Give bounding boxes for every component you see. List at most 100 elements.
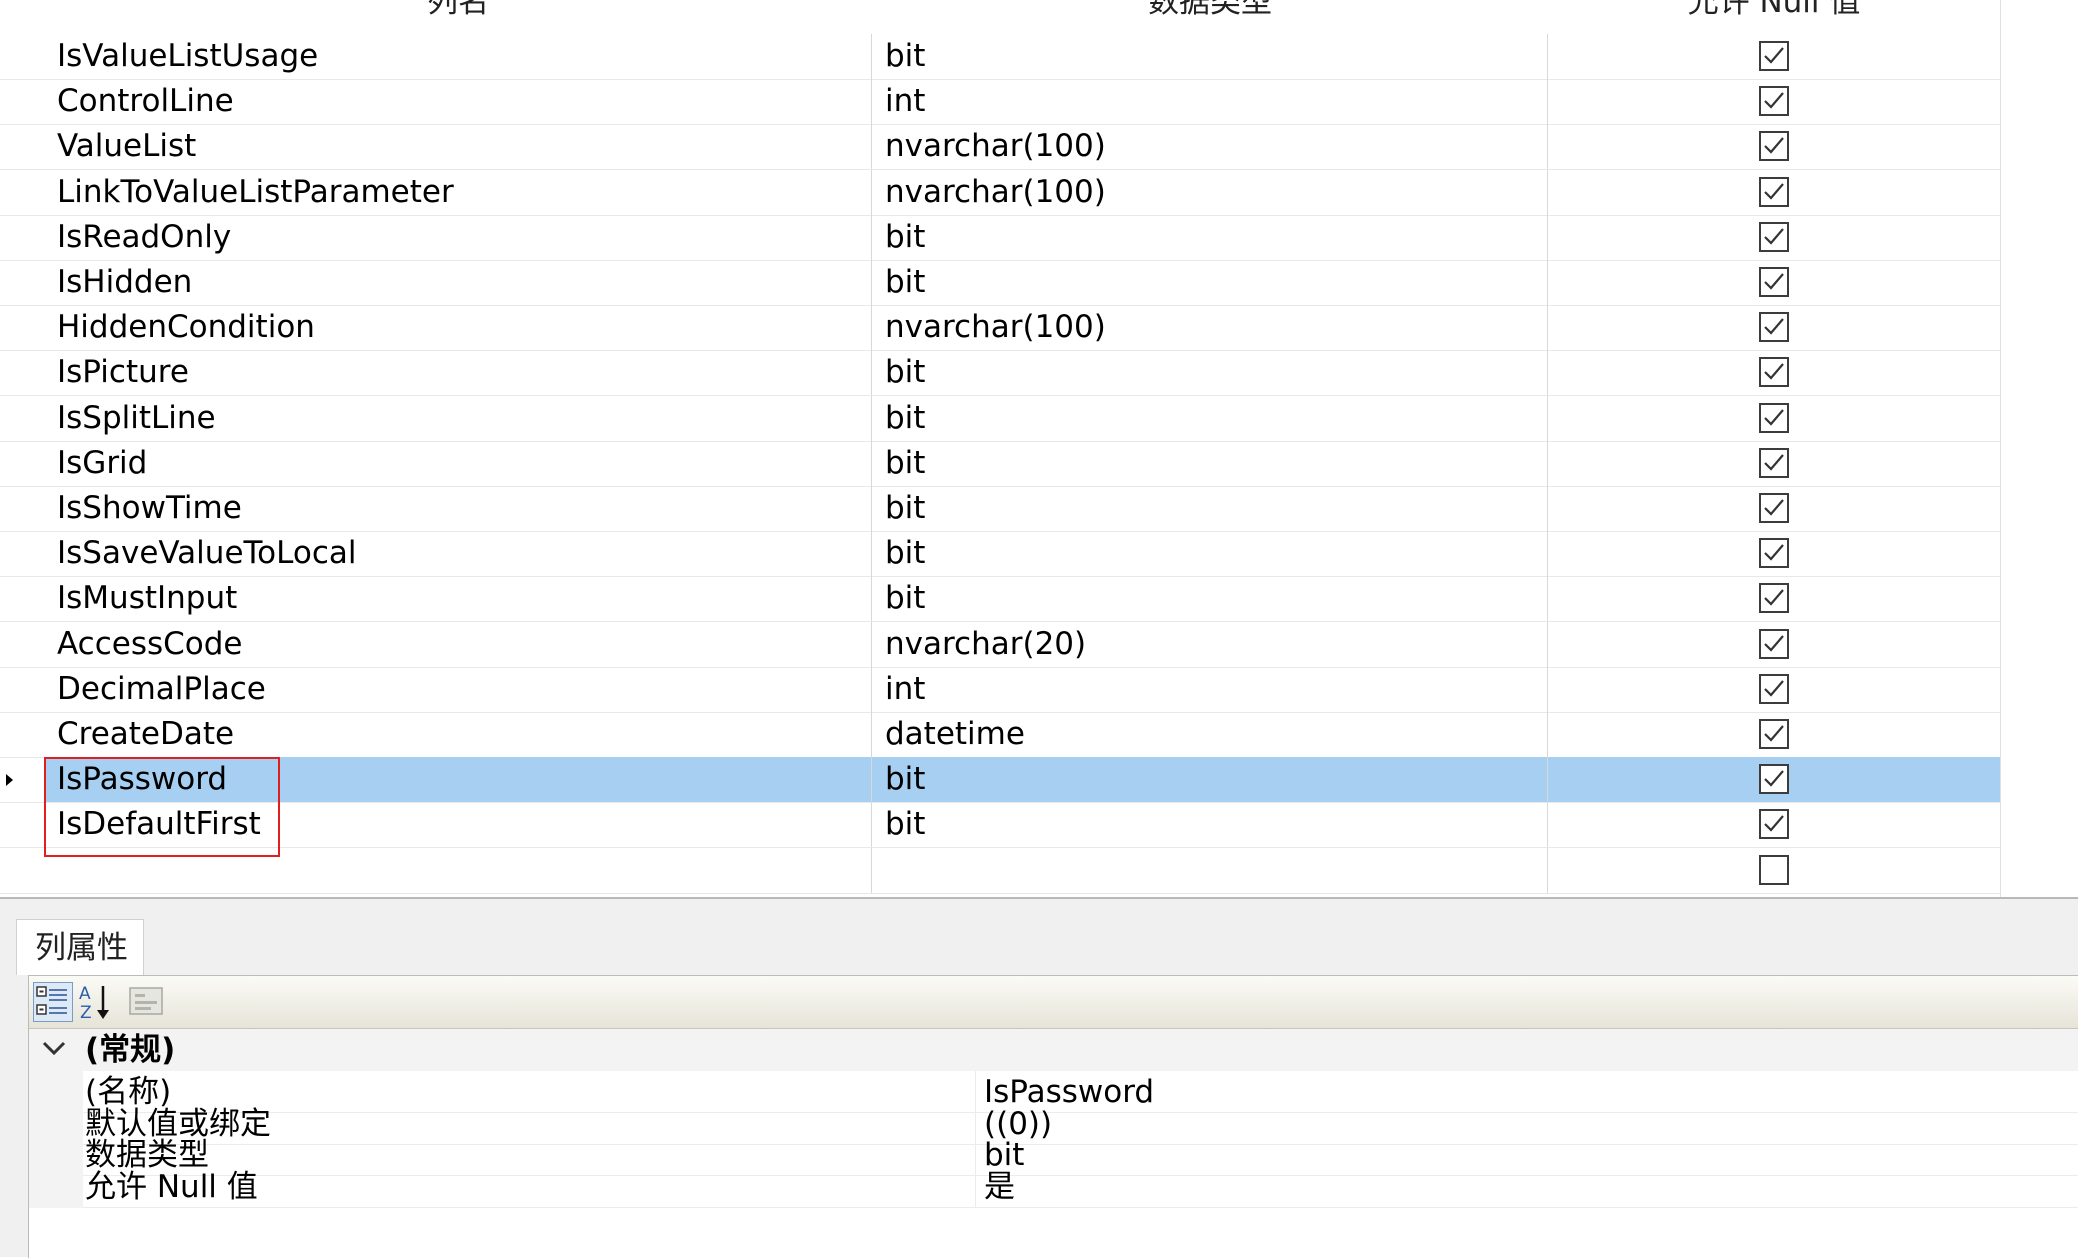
data-type-cell[interactable]: bit [872, 802, 1548, 847]
header-data-type[interactable]: 数据类型 [872, 0, 1548, 34]
data-type-cell[interactable]: nvarchar(100) [872, 170, 1548, 215]
table-row[interactable]: IsPassword bit [0, 757, 2000, 803]
row-selector[interactable] [0, 396, 44, 441]
table-row[interactable]: CreateDate datetime [0, 712, 2000, 758]
table-row[interactable]: HiddenCondition nvarchar(100) [0, 305, 2000, 351]
allow-null-checkbox[interactable] [1759, 629, 1789, 659]
data-type-cell[interactable]: bit [872, 757, 1548, 802]
allow-null-checkbox[interactable] [1759, 177, 1789, 207]
allow-null-checkbox[interactable] [1759, 809, 1789, 839]
row-selector[interactable] [0, 34, 44, 79]
row-selector[interactable] [0, 712, 44, 757]
data-type-cell[interactable]: bit [872, 396, 1548, 441]
table-row[interactable]: IsReadOnly bit [0, 215, 2000, 261]
property-divider[interactable] [975, 1165, 976, 1208]
row-selector[interactable] [0, 350, 44, 395]
row-selector[interactable] [0, 486, 44, 531]
allow-null-checkbox[interactable] [1759, 583, 1789, 613]
table-row[interactable]: IsSplitLine bit [0, 396, 2000, 442]
data-type-cell[interactable]: bit [872, 34, 1548, 79]
data-type-cell[interactable]: bit [872, 441, 1548, 486]
column-name-cell[interactable]: IsPicture [44, 350, 872, 395]
row-selector[interactable] [0, 441, 44, 486]
table-row[interactable]: IsValueListUsage bit [0, 34, 2000, 80]
categorized-icon[interactable] [33, 982, 73, 1022]
allow-null-checkbox[interactable] [1759, 131, 1789, 161]
data-type-cell[interactable]: bit [872, 215, 1548, 260]
allow-null-checkbox[interactable] [1759, 855, 1789, 885]
column-name-cell[interactable]: IsSplitLine [44, 396, 872, 441]
data-type-cell[interactable]: nvarchar(100) [872, 305, 1548, 350]
row-selector[interactable] [0, 260, 44, 305]
row-selector[interactable] [0, 531, 44, 576]
property-pages-icon[interactable] [127, 982, 167, 1022]
data-type-cell[interactable]: bit [872, 350, 1548, 395]
table-row[interactable]: IsShowTime bit [0, 486, 2000, 532]
data-type-cell[interactable]: bit [872, 531, 1548, 576]
data-type-cell[interactable]: nvarchar(20) [872, 622, 1548, 667]
row-selector[interactable] [0, 79, 44, 124]
allow-null-checkbox[interactable] [1759, 538, 1789, 568]
row-selector[interactable] [0, 170, 44, 215]
column-name-cell[interactable]: IsMustInput [44, 576, 872, 621]
allow-null-checkbox[interactable] [1759, 41, 1789, 71]
data-type-cell[interactable]: bit [872, 260, 1548, 305]
column-name-cell[interactable]: IsHidden [44, 260, 872, 305]
column-name-cell[interactable]: ControlLine [44, 79, 872, 124]
row-selector[interactable] [0, 757, 44, 802]
column-name-cell[interactable]: IsShowTime [44, 486, 872, 531]
row-selector[interactable] [0, 124, 44, 169]
row-selector[interactable] [0, 667, 44, 712]
table-row[interactable]: IsPicture bit [0, 350, 2000, 396]
allow-null-checkbox[interactable] [1759, 357, 1789, 387]
column-name-cell[interactable]: IsReadOnly [44, 215, 872, 260]
table-row[interactable]: IsSaveValueToLocal bit [0, 531, 2000, 577]
row-selector[interactable] [0, 305, 44, 350]
table-row[interactable] [0, 848, 2000, 894]
row-selector[interactable] [0, 215, 44, 260]
column-name-cell[interactable]: ValueList [44, 124, 872, 169]
data-type-cell[interactable]: int [872, 79, 1548, 124]
column-name-cell[interactable]: AccessCode [44, 622, 872, 667]
table-row[interactable]: IsGrid bit [0, 441, 2000, 487]
column-name-cell[interactable]: LinkToValueListParameter [44, 170, 872, 215]
row-selector[interactable] [0, 622, 44, 667]
tab-column-properties[interactable]: 列属性 [16, 919, 144, 975]
data-type-cell[interactable]: datetime [872, 712, 1548, 757]
row-selector[interactable] [0, 848, 44, 893]
allow-null-checkbox[interactable] [1759, 267, 1789, 297]
table-row[interactable]: AccessCode nvarchar(20) [0, 622, 2000, 668]
allow-null-checkbox[interactable] [1759, 86, 1789, 116]
allow-null-checkbox[interactable] [1759, 312, 1789, 342]
row-selector[interactable] [0, 802, 44, 847]
allow-null-checkbox[interactable] [1759, 448, 1789, 478]
data-type-cell[interactable] [872, 848, 1548, 893]
allow-null-checkbox[interactable] [1759, 764, 1789, 794]
sort-az-icon[interactable]: A Z [77, 982, 117, 1023]
property-value[interactable]: 是 [984, 1170, 1015, 1204]
data-type-cell[interactable]: bit [872, 486, 1548, 531]
table-row[interactable]: LinkToValueListParameter nvarchar(100) [0, 170, 2000, 216]
table-row[interactable]: ControlLine int [0, 79, 2000, 125]
table-row[interactable]: IsDefaultFirst bit [0, 802, 2000, 848]
allow-null-checkbox[interactable] [1759, 493, 1789, 523]
header-allow-null[interactable]: 允许 Null 值 [1548, 0, 2000, 34]
allow-null-checkbox[interactable] [1759, 674, 1789, 704]
category-general[interactable]: (常规) [29, 1029, 2078, 1071]
column-name-cell[interactable]: IsValueListUsage [44, 34, 872, 79]
table-row[interactable]: DecimalPlace int [0, 667, 2000, 713]
column-name-cell[interactable]: HiddenCondition [44, 305, 872, 350]
data-type-cell[interactable]: int [872, 667, 1548, 712]
data-type-cell[interactable]: bit [872, 576, 1548, 621]
chevron-down-icon[interactable] [41, 1038, 67, 1060]
column-name-cell[interactable]: DecimalPlace [44, 667, 872, 712]
allow-null-checkbox[interactable] [1759, 403, 1789, 433]
row-selector[interactable] [0, 576, 44, 621]
allow-null-checkbox[interactable] [1759, 719, 1789, 749]
column-name-cell[interactable]: IsSaveValueToLocal [44, 531, 872, 576]
header-column-name[interactable]: 列名 [44, 0, 872, 34]
table-row[interactable]: IsMustInput bit [0, 576, 2000, 622]
column-name-cell[interactable]: IsGrid [44, 441, 872, 486]
column-name-cell[interactable]: CreateDate [44, 712, 872, 757]
allow-null-checkbox[interactable] [1759, 222, 1789, 252]
